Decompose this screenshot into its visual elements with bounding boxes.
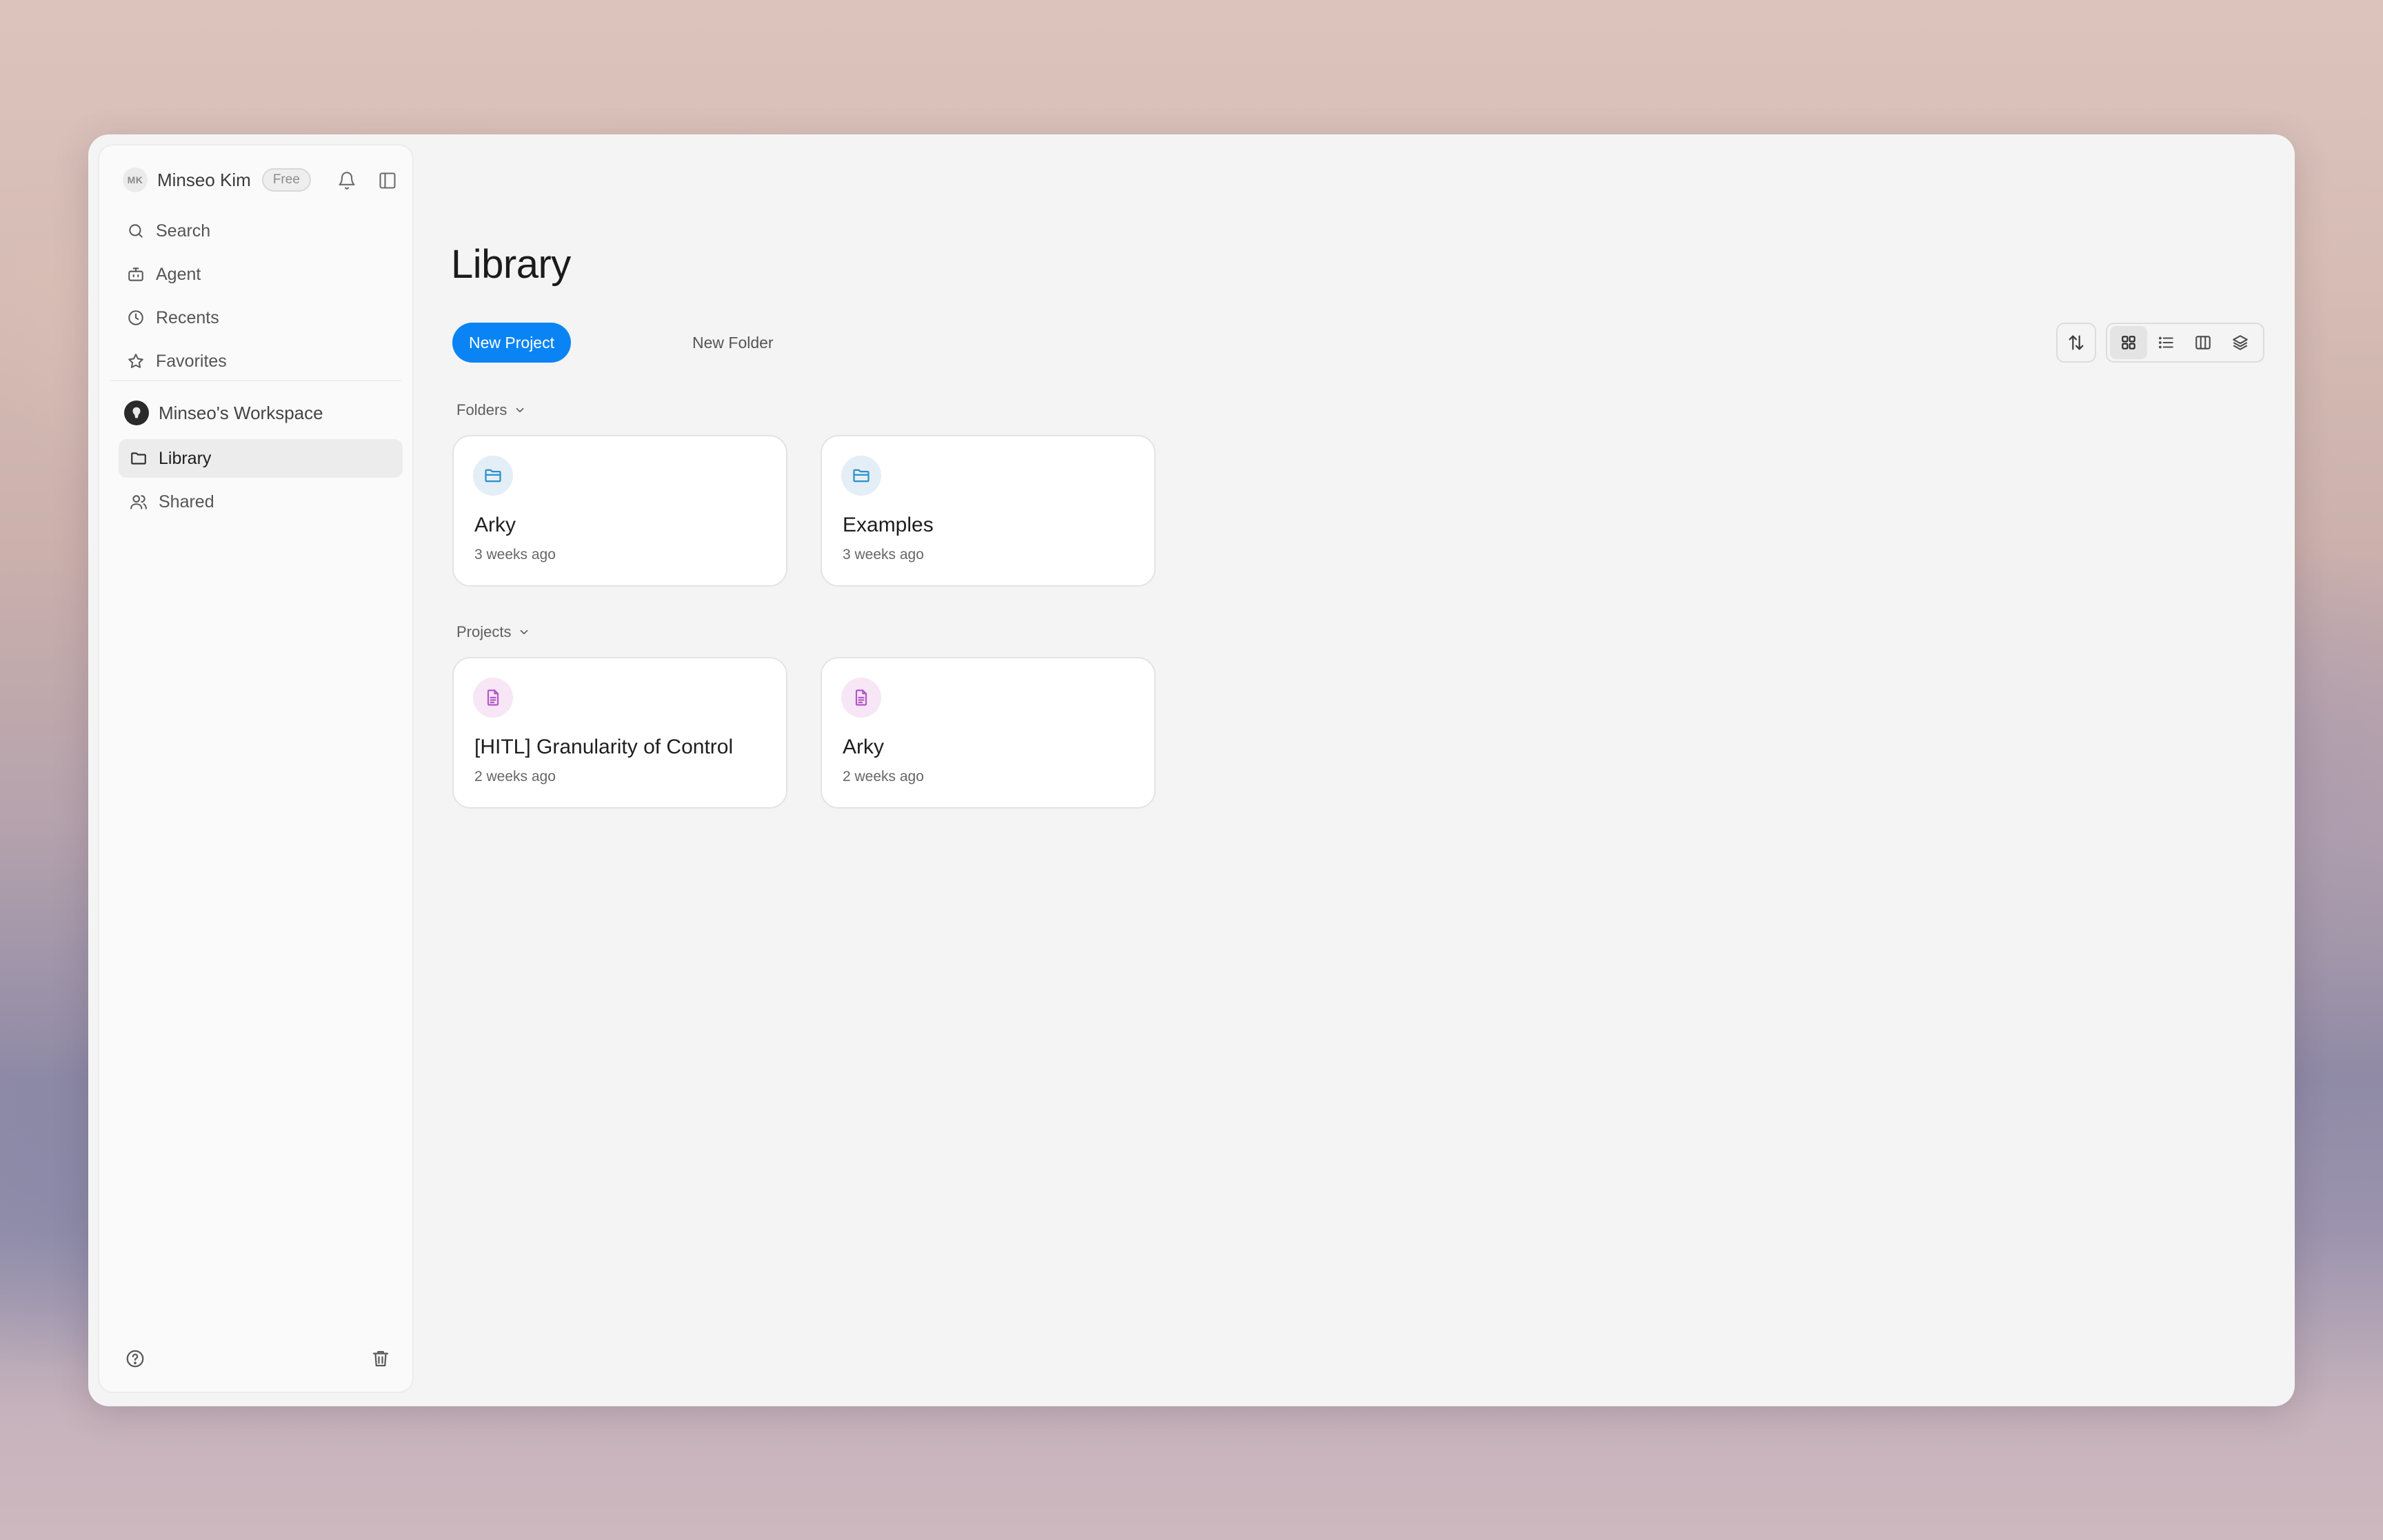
search-icon xyxy=(125,221,146,241)
new-project-button[interactable]: New Project xyxy=(452,323,571,363)
chevron-down-icon xyxy=(514,404,526,416)
card-title: Examples xyxy=(843,514,934,536)
help-button[interactable] xyxy=(123,1346,148,1371)
workspace-name: Minseo's Workspace xyxy=(159,402,323,423)
grid-view-button[interactable] xyxy=(2110,326,2147,359)
projects-section-label: Projects xyxy=(456,623,512,640)
card-timestamp: 2 weeks ago xyxy=(474,769,556,784)
layers-view-icon xyxy=(2233,335,2248,350)
folder-icon xyxy=(841,456,881,496)
nav-favorites-label: Favorites xyxy=(156,351,227,371)
trash-icon xyxy=(372,1350,389,1367)
sidebar-divider xyxy=(110,380,401,381)
nav-favorites[interactable]: Favorites xyxy=(116,342,399,381)
workspace-switcher[interactable]: Minseo's Workspace xyxy=(124,394,323,432)
sort-icon xyxy=(2069,335,2084,350)
card-timestamp: 3 weeks ago xyxy=(843,547,924,563)
nav-recents[interactable]: Recents xyxy=(116,298,399,337)
notifications-button[interactable] xyxy=(335,169,359,192)
help-icon xyxy=(126,1350,144,1368)
card-title: Arky xyxy=(843,736,884,758)
document-icon xyxy=(473,678,513,718)
folder-card[interactable]: Examples 3 weeks ago xyxy=(821,435,1156,587)
projects-section-toggle[interactable]: Projects xyxy=(456,623,530,641)
nav-agent-label: Agent xyxy=(156,264,201,284)
avatar[interactable]: MK xyxy=(123,168,148,192)
folder-icon xyxy=(128,448,149,469)
folder-icon xyxy=(473,456,513,496)
app-window: MK Minseo Kim Free Search Agent Recents … xyxy=(88,134,2295,1406)
nav-agent[interactable]: Agent xyxy=(116,255,399,294)
nav-search-label: Search xyxy=(156,221,211,241)
project-card[interactable]: Arky 2 weeks ago xyxy=(821,657,1156,809)
folders-section-label: Folders xyxy=(456,401,507,418)
star-icon xyxy=(125,351,146,372)
folder-card[interactable]: Arky 3 weeks ago xyxy=(452,435,787,587)
layers-view-button[interactable] xyxy=(2222,326,2259,359)
nav-recents-label: Recents xyxy=(156,307,219,327)
new-folder-button[interactable]: New Folder xyxy=(683,323,783,363)
workspace-logo-icon xyxy=(124,401,149,425)
nav-shared-label: Shared xyxy=(159,492,214,511)
sidebar-toggle-button[interactable] xyxy=(376,169,399,192)
users-icon xyxy=(128,492,149,512)
page-title: Library xyxy=(451,242,571,287)
bell-icon xyxy=(339,172,355,190)
nav-shared[interactable]: Shared xyxy=(119,483,403,521)
grid-view-icon xyxy=(2122,336,2135,349)
card-title: [HITL] Granularity of Control xyxy=(474,736,734,758)
sort-button[interactable] xyxy=(2056,323,2096,363)
card-timestamp: 2 weeks ago xyxy=(843,769,924,784)
list-view-button[interactable] xyxy=(2147,326,2184,359)
trash-button[interactable] xyxy=(368,1346,393,1371)
project-card[interactable]: [HITL] Granularity of Control 2 weeks ag… xyxy=(452,657,787,809)
plan-badge: Free xyxy=(261,168,311,192)
document-icon xyxy=(841,678,881,718)
sidebar: MK Minseo Kim Free Search Agent Recents … xyxy=(98,144,414,1393)
view-mode-group xyxy=(2106,323,2264,363)
clock-icon xyxy=(125,307,146,328)
list-view-icon xyxy=(2158,336,2173,349)
sidebar-toggle-icon xyxy=(379,172,396,189)
columns-view-button[interactable] xyxy=(2184,326,2222,359)
robot-icon xyxy=(125,264,146,285)
card-title: Arky xyxy=(474,514,516,536)
user-menu[interactable]: MK Minseo Kim Free xyxy=(123,161,311,199)
nav-library[interactable]: Library xyxy=(119,439,403,478)
user-name[interactable]: Minseo Kim xyxy=(157,170,251,191)
folders-section-toggle[interactable]: Folders xyxy=(456,401,526,419)
chevron-down-icon xyxy=(518,626,530,638)
nav-library-label: Library xyxy=(159,448,212,468)
card-timestamp: 3 weeks ago xyxy=(474,547,556,563)
nav-search[interactable]: Search xyxy=(116,212,399,250)
columns-view-icon xyxy=(2195,336,2211,349)
